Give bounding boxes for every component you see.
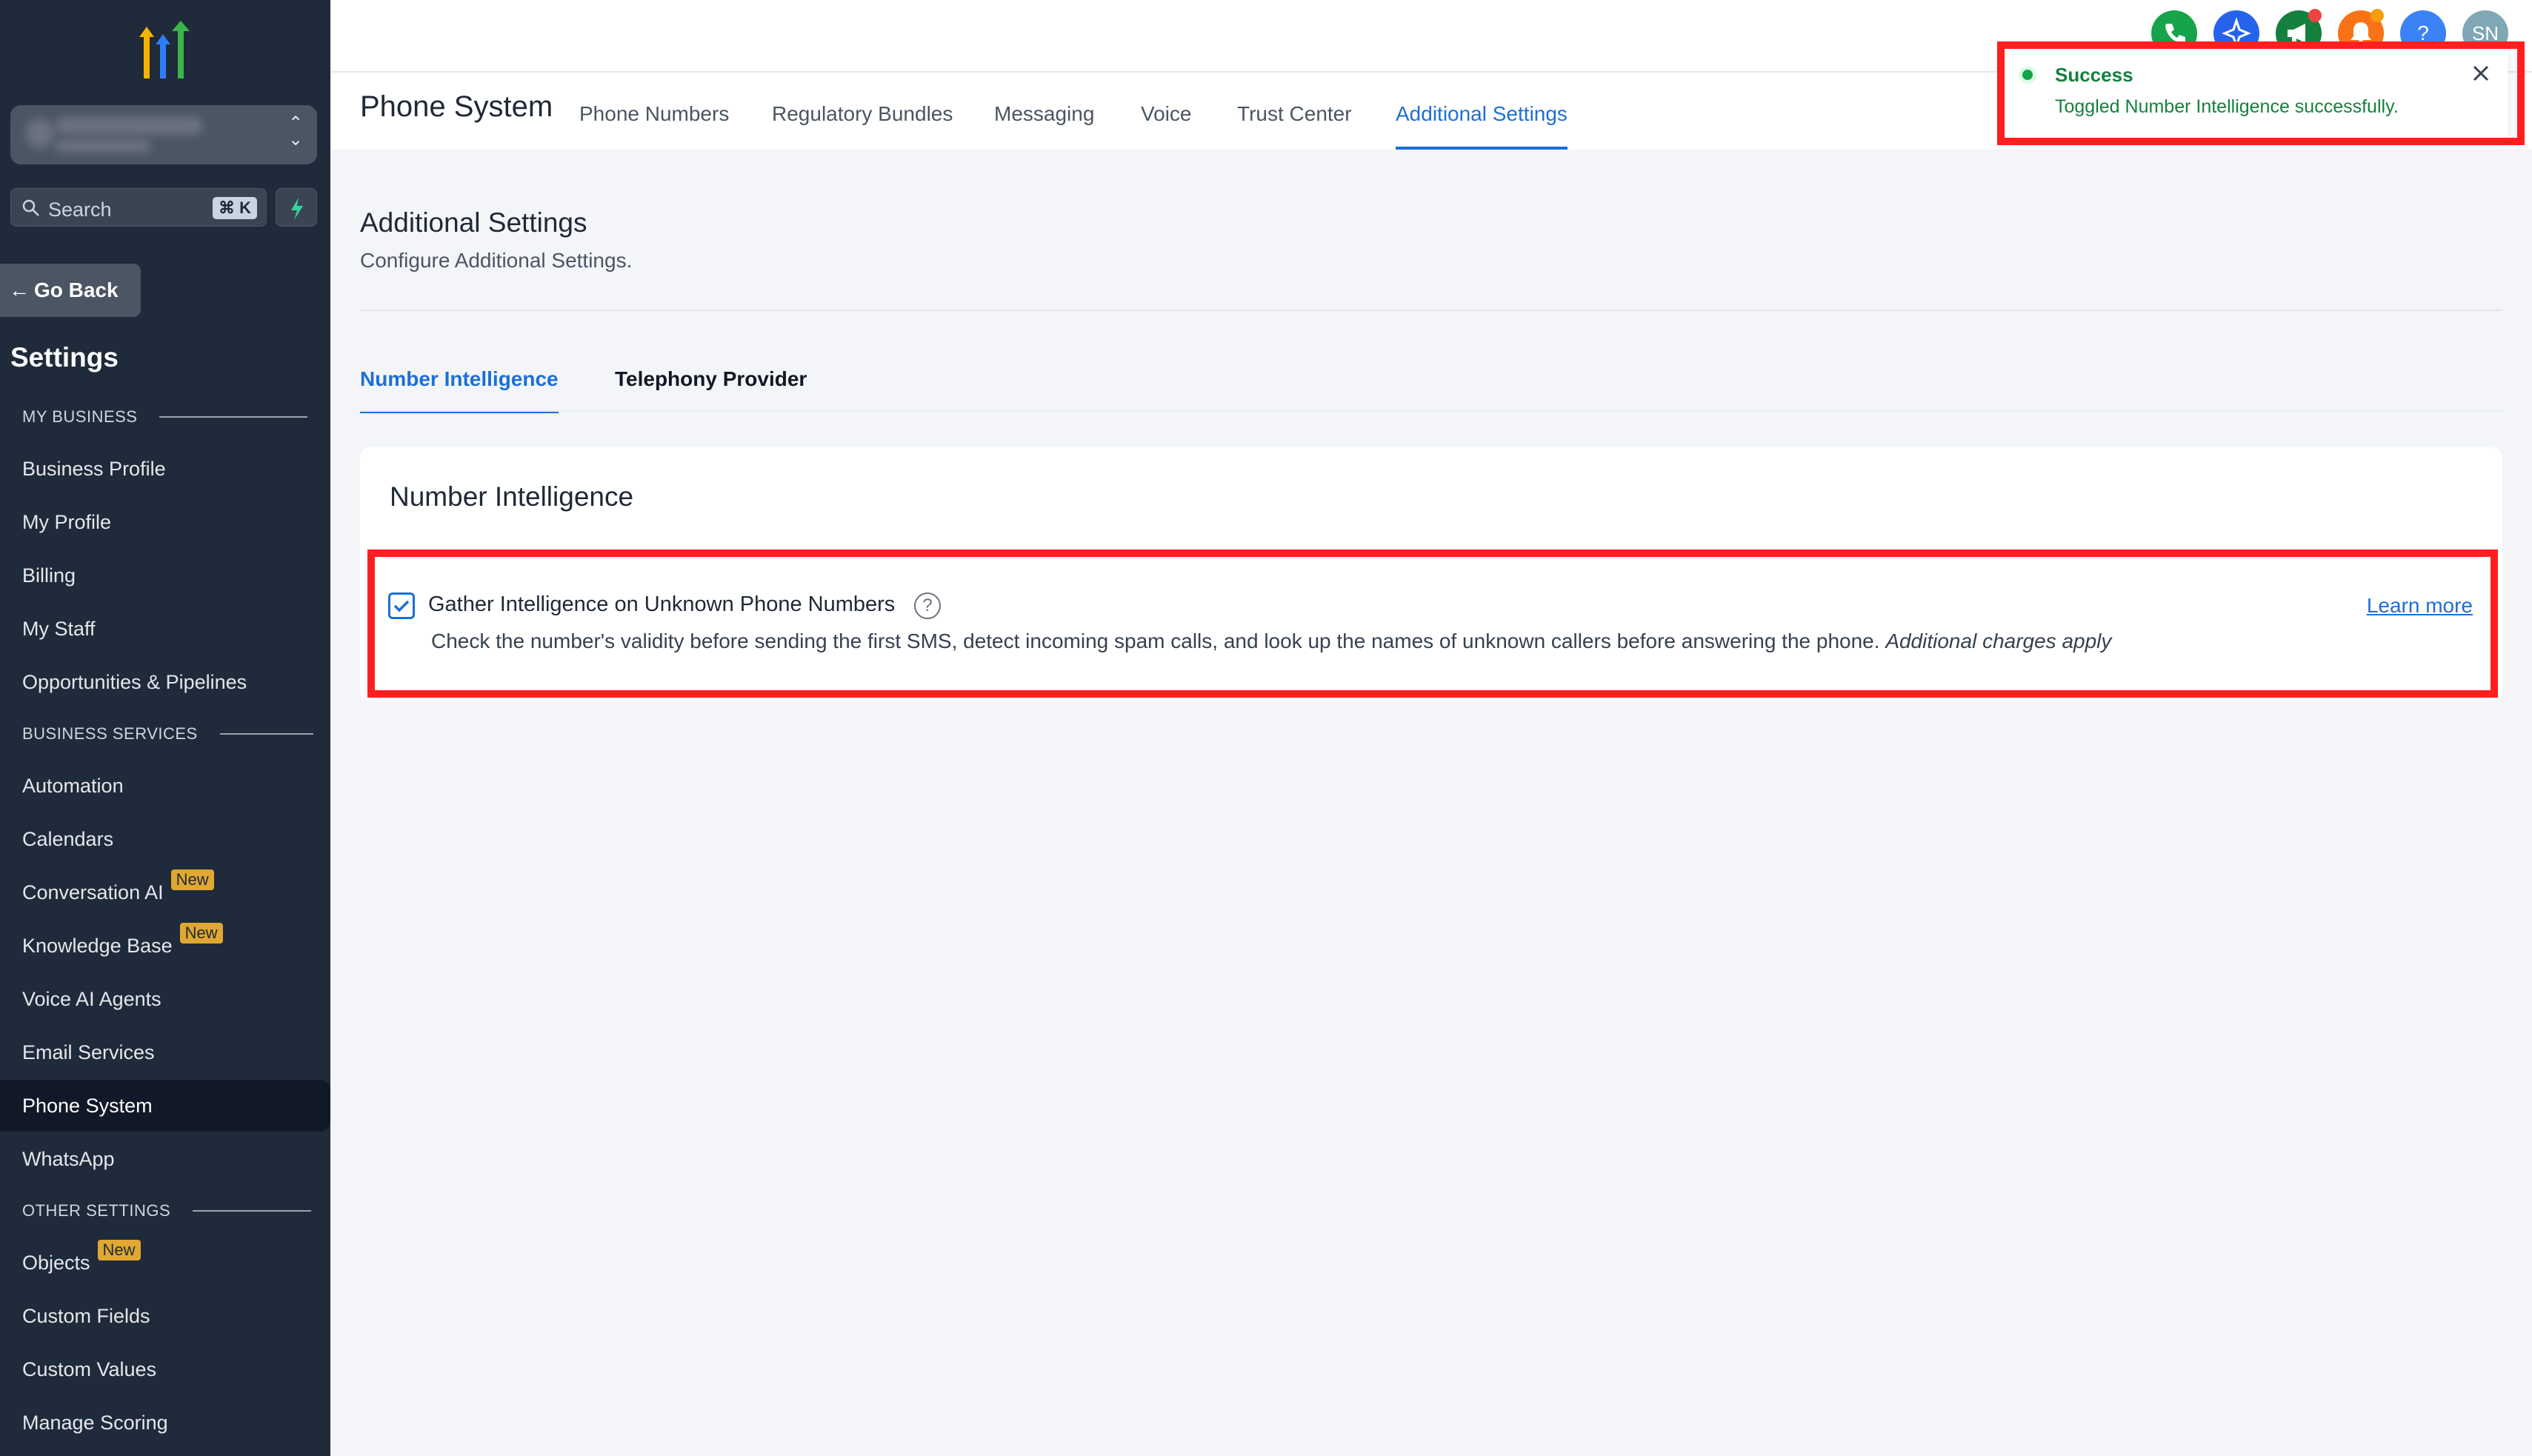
notification-dot [2371, 9, 2384, 22]
tab-number-intelligence[interactable]: Number Intelligence [360, 367, 559, 413]
section-my-business: MY BUSINESS [22, 407, 308, 427]
arrow-left-icon: ← [9, 278, 30, 301]
sidebar-item-custom-fields[interactable]: Custom Fields [0, 1290, 330, 1342]
section-business-services: BUSINESS SERVICES [22, 724, 313, 744]
section-title: Additional Settings [360, 207, 587, 238]
search-icon [22, 199, 39, 216]
go-back-button[interactable]: ← Go Back [0, 264, 141, 317]
account-avatar [25, 118, 55, 148]
card-title: Number Intelligence [390, 481, 634, 512]
sidebar-item-billing[interactable]: Billing [0, 550, 330, 601]
sidebar-item-business-profile[interactable]: Business Profile [0, 443, 330, 495]
highlight-box-option [367, 550, 2498, 698]
sidebar-item-custom-values[interactable]: Custom Values [0, 1343, 330, 1395]
section-divider [219, 733, 313, 735]
sidebar-item-label: Objects [22, 1252, 90, 1274]
tab-telephony-provider[interactable]: Telephony Provider [615, 367, 807, 410]
section-divider [159, 416, 308, 418]
sidebar-item-phone-system[interactable]: Phone System [0, 1080, 330, 1132]
sidebar-item-objects[interactable]: Objects New [0, 1237, 330, 1289]
section-subtitle: Configure Additional Settings. [360, 249, 633, 272]
highlight-box-toast [1997, 41, 2525, 145]
search-placeholder: Search [48, 198, 112, 221]
new-badge: New [179, 923, 223, 944]
sidebar-item-my-staff[interactable]: My Staff [0, 603, 330, 655]
sidebar-item-label: Knowledge Base [22, 935, 173, 957]
go-back-label: Go Back [34, 278, 119, 301]
tab-divider [360, 410, 2502, 412]
tab-phone-numbers[interactable]: Phone Numbers [579, 102, 729, 147]
sidebar-item-whatsapp[interactable]: WhatsApp [0, 1133, 330, 1185]
sidebar-item-email-services[interactable]: Email Services [0, 1026, 330, 1078]
section-label: OTHER SETTINGS [22, 1201, 171, 1220]
sidebar-item-calendars[interactable]: Calendars [0, 813, 330, 865]
sidebar-item-voice-ai-agents[interactable]: Voice AI Agents [0, 973, 330, 1025]
account-switcher[interactable]: ⌃ ⌄ [10, 105, 317, 164]
tab-trust-center[interactable]: Trust Center [1237, 102, 1352, 147]
divider [360, 310, 2502, 311]
sidebar-item-automation[interactable]: Automation [0, 760, 330, 812]
chevron-up-down-icon: ⌃ ⌄ [287, 113, 304, 150]
new-badge: New [97, 1240, 141, 1260]
sidebar-title: Settings [10, 342, 119, 373]
announcement-dot [2308, 9, 2322, 22]
search-shortcut: ⌘ K [213, 197, 257, 219]
account-location-blurred [55, 139, 151, 153]
tab-messaging[interactable]: Messaging [994, 102, 1094, 147]
sidebar-item-knowledge-base[interactable]: Knowledge Base New [0, 920, 330, 972]
lightning-icon [291, 198, 303, 220]
sidebar-item-my-profile[interactable]: My Profile [0, 496, 330, 548]
page-title: Phone System [360, 90, 553, 123]
sidebar: ⌃ ⌄ Search ⌘ K ← Go Back Settings MY BUSIN… [0, 0, 330, 1456]
tab-additional-settings[interactable]: Additional Settings [1396, 102, 1567, 150]
sidebar-item-label: Conversation AI [22, 881, 164, 904]
sidebar-item-conversation-ai[interactable]: Conversation AI New [0, 866, 330, 918]
section-label: MY BUSINESS [22, 407, 138, 426]
quick-action-button[interactable] [276, 188, 317, 227]
app-logo-icon[interactable] [129, 21, 196, 80]
account-name-blurred [55, 117, 203, 135]
sidebar-item-manage-scoring[interactable]: Manage Scoring [0, 1397, 330, 1449]
search-box[interactable]: Search ⌘ K [10, 188, 267, 227]
sidebar-item-opportunities[interactable]: Opportunities & Pipelines [0, 656, 330, 708]
section-other-settings: OTHER SETTINGS [22, 1201, 312, 1220]
tab-regulatory-bundles[interactable]: Regulatory Bundles [772, 102, 953, 147]
new-badge: New [170, 869, 214, 890]
section-divider [193, 1210, 312, 1212]
section-label: BUSINESS SERVICES [22, 724, 198, 743]
tab-voice[interactable]: Voice [1141, 102, 1192, 147]
